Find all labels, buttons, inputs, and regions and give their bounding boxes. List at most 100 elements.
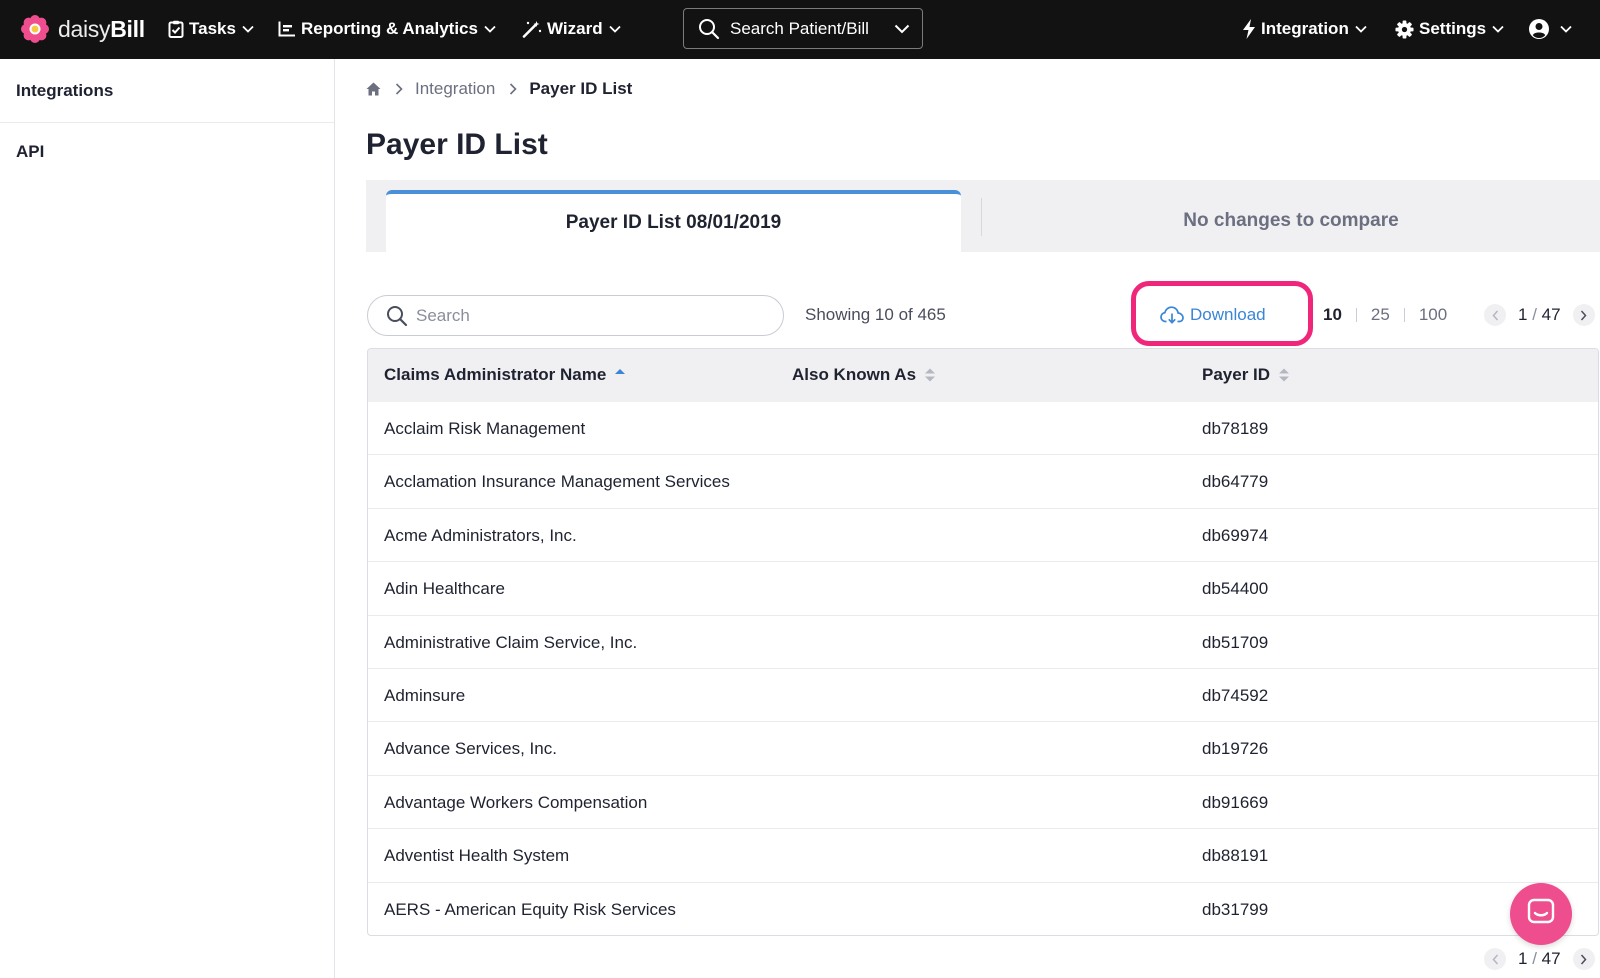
nav-tasks[interactable]: Tasks <box>168 16 254 42</box>
table-row[interactable]: Advantage Workers Compensation db91669 <box>368 776 1598 830</box>
magic-wand-icon <box>522 20 542 38</box>
nav-wizard[interactable]: Wizard <box>522 16 621 42</box>
chevron-right-icon <box>395 83 403 95</box>
nav-wizard-label: Wizard <box>547 19 603 38</box>
cloud-download-icon <box>1160 306 1184 324</box>
sidebar: Integrations API <box>0 59 335 978</box>
page-size-selector: 10 25 100 <box>1323 305 1447 325</box>
lightning-bolt-icon <box>1242 19 1256 39</box>
tab-compare[interactable]: No changes to compare <box>982 190 1600 252</box>
table-search-box <box>367 295 784 336</box>
table-row[interactable]: Acclamation Insurance Management Service… <box>368 455 1598 509</box>
nav-tasks-label: Tasks <box>189 19 236 38</box>
download-label: Download <box>1190 305 1266 324</box>
clipboard-check-icon <box>168 20 184 38</box>
cell-name: Adin Healthcare <box>384 579 505 599</box>
chevron-down-icon <box>484 25 496 33</box>
cell-name: Adminsure <box>384 685 466 705</box>
column-header-label: Payer ID <box>1202 365 1271 384</box>
cell-payer-id: db78189 <box>1202 419 1269 438</box>
search-patient-bill-dropdown[interactable]: Search Patient/Bill <box>683 8 923 49</box>
cell-name: AERS - American Equity Risk Services <box>384 899 676 919</box>
page-size-25[interactable]: 25 <box>1371 305 1390 325</box>
pager-slash: / <box>1532 305 1537 324</box>
page-size-10[interactable]: 10 <box>1323 305 1342 325</box>
bar-chart-icon <box>278 21 296 37</box>
table-row[interactable]: Administrative Claim Service, Inc. db5170… <box>368 616 1598 669</box>
search-icon <box>386 305 408 327</box>
breadcrumb: Integration Payer ID List <box>366 78 632 100</box>
cell-payer-id: db64779 <box>1202 472 1269 492</box>
chevron-down-icon <box>1355 25 1367 33</box>
breadcrumb-current: Payer ID List <box>529 79 633 98</box>
chevron-down-icon <box>894 24 910 34</box>
pager-status: 1 / 47 <box>1518 949 1561 969</box>
table-row[interactable]: Acclaim Risk Management db78189 <box>368 402 1598 456</box>
cell-name: Administrative Claim Service, Inc. <box>384 632 638 652</box>
next-page-button[interactable] <box>1572 948 1595 970</box>
column-header-label: Also Known As <box>792 365 917 384</box>
pager-top: 1 / 47 <box>1484 304 1595 326</box>
page-title: Payer ID List <box>366 128 548 161</box>
search-input[interactable] <box>416 305 756 326</box>
table-row[interactable]: Adminsure db74592 <box>368 669 1598 723</box>
column-header-also-known-as[interactable]: Also Known As <box>792 365 936 385</box>
top-navbar: daisyBill Tasks Reporting & Analytics Wi… <box>0 0 1600 59</box>
chat-launcher-button[interactable] <box>1510 883 1572 945</box>
home-icon[interactable] <box>366 82 381 96</box>
search-icon <box>698 18 720 40</box>
next-page-button[interactable] <box>1572 304 1595 326</box>
user-account-menu[interactable] <box>1529 16 1572 42</box>
sidebar-item-api[interactable]: API <box>0 123 334 181</box>
current-page: 1 <box>1518 305 1528 324</box>
cell-name: Acclaim Risk Management <box>384 419 586 438</box>
cell-name: Acclamation Insurance Management Service… <box>384 472 730 492</box>
user-avatar-icon <box>1529 19 1549 39</box>
cell-payer-id: db31799 <box>1202 899 1269 919</box>
daisy-flower-icon <box>20 14 50 44</box>
table-row[interactable]: Advance Services, Inc. db19726 <box>368 722 1598 776</box>
logo-wordmark: daisyBill <box>58 16 145 43</box>
download-button[interactable]: Download <box>1160 303 1266 327</box>
pager-bottom: 1 / 47 <box>1484 948 1595 970</box>
total-pages: 47 <box>1541 949 1561 968</box>
cell-name: Adventist Health System <box>384 846 570 866</box>
logo-text-light: daisy <box>58 15 111 42</box>
divider <box>1403 308 1405 322</box>
prev-page-button[interactable] <box>1484 304 1506 326</box>
nav-settings[interactable]: Settings <box>1395 16 1504 42</box>
showing-count: Showing 10 of 465 <box>805 305 946 324</box>
page-size-100[interactable]: 100 <box>1419 305 1447 325</box>
tab-payer-id-list[interactable]: Payer ID List 08/01/2019 <box>386 190 961 252</box>
table-header: Claims Administrator Name Also Known As … <box>368 349 1598 402</box>
chevron-down-icon <box>1492 25 1504 33</box>
table-row[interactable]: Adin Healthcare db54400 <box>368 562 1598 616</box>
breadcrumb-integration-link[interactable]: Integration <box>415 79 495 99</box>
cell-name: Acme Administrators, Inc. <box>384 525 577 545</box>
sidebar-item-integrations[interactable]: Integrations <box>0 59 334 123</box>
prev-page-button[interactable] <box>1484 948 1506 970</box>
current-page: 1 <box>1518 949 1528 968</box>
chevron-down-icon <box>608 25 621 33</box>
table-row[interactable]: AERS - American Equity Risk Services db31… <box>368 883 1598 935</box>
cell-payer-id: db69974 <box>1202 525 1269 545</box>
column-header-payer-id[interactable]: Payer ID <box>1202 365 1290 385</box>
nav-integration-label: Integration <box>1261 19 1349 38</box>
cell-payer-id: db88191 <box>1202 846 1269 866</box>
chevron-down-icon <box>242 25 254 33</box>
pager-status: 1 / 47 <box>1518 305 1561 325</box>
table-row[interactable]: Adventist Health System db88191 <box>368 829 1598 883</box>
column-header-claims-administrator-name[interactable]: Claims Administrator Name <box>384 365 626 385</box>
sort-ascending-icon <box>614 367 626 383</box>
cell-name: Advantage Workers Compensation <box>384 792 648 812</box>
nav-reporting-analytics[interactable]: Reporting & Analytics <box>278 16 496 42</box>
daisybill-logo[interactable]: daisyBill <box>20 12 145 46</box>
gear-icon <box>1395 19 1414 39</box>
nav-settings-label: Settings <box>1419 19 1487 38</box>
cell-payer-id: db51709 <box>1202 632 1269 652</box>
nav-integration[interactable]: Integration <box>1242 16 1367 42</box>
cell-payer-id: db19726 <box>1202 739 1269 759</box>
cell-payer-id: db91669 <box>1202 792 1269 812</box>
chevron-down-icon <box>1560 25 1572 33</box>
table-row[interactable]: Acme Administrators, Inc. db69974 <box>368 509 1598 563</box>
